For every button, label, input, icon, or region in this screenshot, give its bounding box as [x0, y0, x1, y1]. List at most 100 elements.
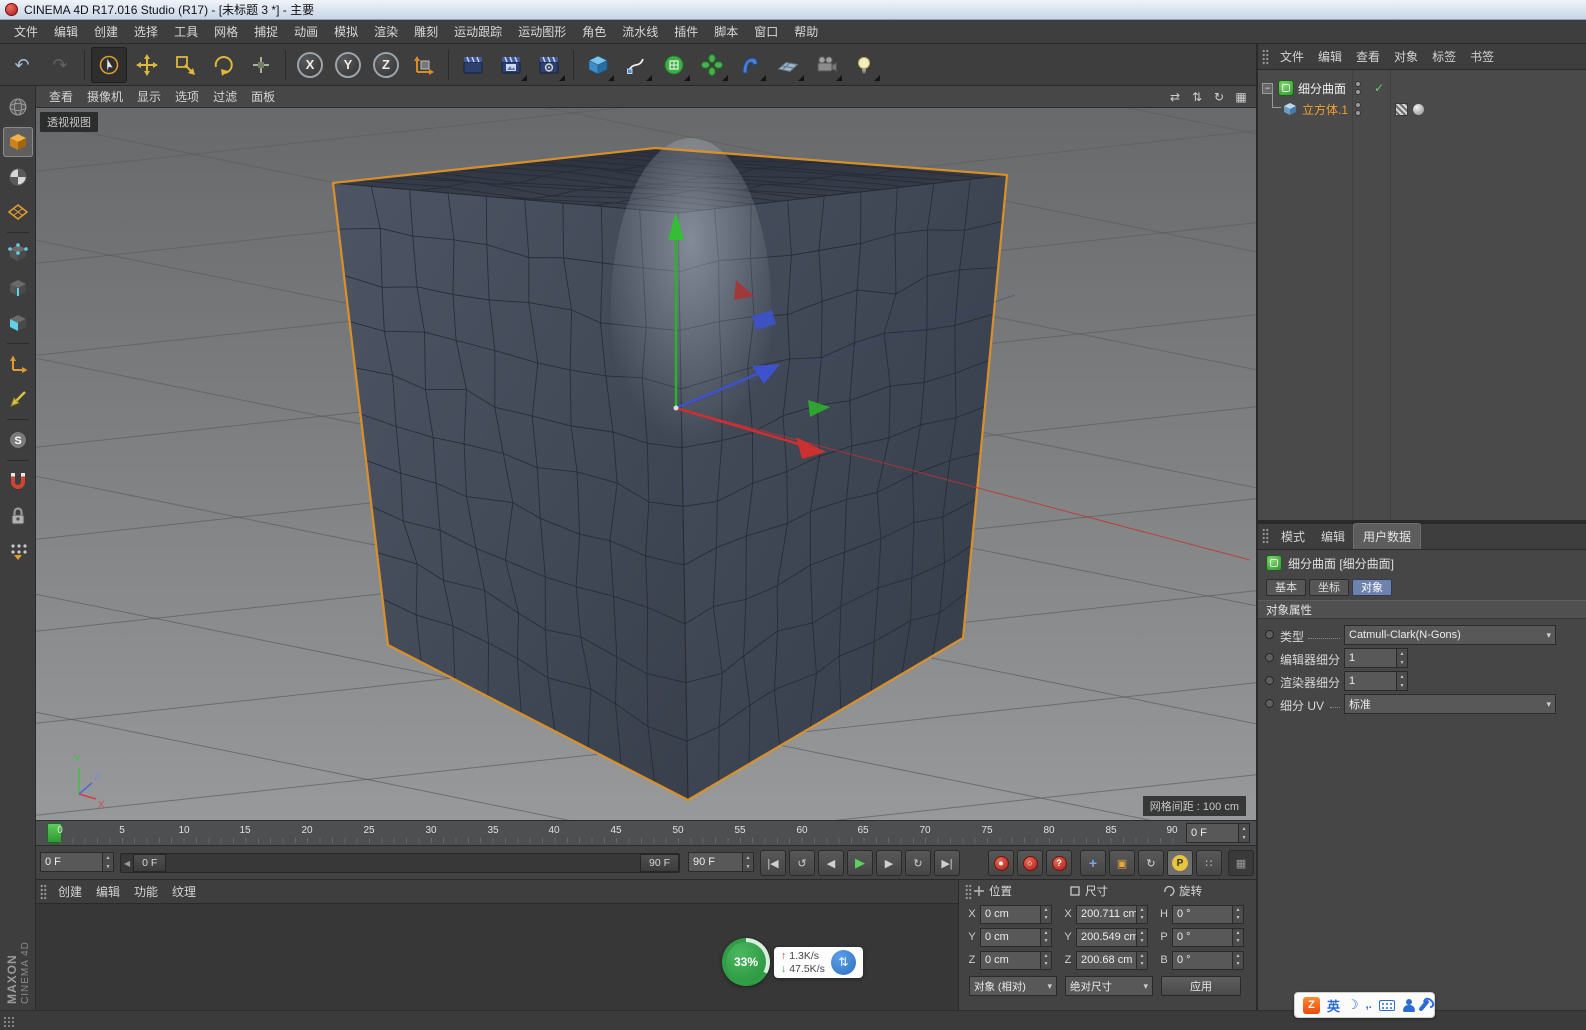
stepper[interactable]: ▲▼: [1232, 952, 1243, 969]
ime-keyboard-icon[interactable]: [1379, 1000, 1395, 1011]
keyframe-selection-button[interactable]: ?: [1046, 850, 1072, 876]
animation-dot[interactable]: [1265, 676, 1274, 685]
render-subdivision-field[interactable]: 1▲▼: [1344, 671, 1408, 691]
play-backward-button[interactable]: ↺: [789, 850, 815, 876]
panel-grip-icon[interactable]: [1262, 49, 1269, 65]
position-key-toggle[interactable]: +: [1080, 850, 1106, 876]
tab-coordinates[interactable]: 坐标: [1309, 579, 1349, 596]
progress-ring[interactable]: 33%: [722, 938, 770, 986]
edges-mode-button[interactable]: [3, 273, 33, 303]
make-editable-button[interactable]: [3, 92, 33, 122]
menu-script[interactable]: 脚本: [706, 19, 746, 44]
scale-key-toggle[interactable]: ▣: [1109, 850, 1135, 876]
subdivide-uv-dropdown[interactable]: 标准▾: [1344, 694, 1556, 714]
current-frame-field[interactable]: 0 F ▲▼: [40, 852, 114, 872]
axis-modify-button[interactable]: [3, 384, 33, 414]
mat-menu-texture[interactable]: 纹理: [165, 880, 203, 903]
play-forward-button[interactable]: ▶: [847, 850, 873, 876]
add-camera-button[interactable]: [808, 47, 844, 83]
vp-menu-view[interactable]: 查看: [42, 85, 80, 108]
object-name[interactable]: 立方体.1: [1302, 101, 1348, 118]
stepper[interactable]: ▲▼: [742, 853, 753, 871]
visibility-dots[interactable]: [1355, 102, 1361, 116]
am-menu-mode[interactable]: 模式: [1273, 524, 1313, 549]
points-mode-button[interactable]: [3, 238, 33, 268]
mat-menu-function[interactable]: 功能: [127, 880, 165, 903]
menu-animate[interactable]: 动画: [286, 19, 326, 44]
stepper[interactable]: ▲▼: [1396, 672, 1407, 690]
menu-create[interactable]: 创建: [86, 19, 126, 44]
vp-menu-options[interactable]: 选项: [168, 85, 206, 108]
parameter-key-toggle[interactable]: P: [1167, 850, 1193, 876]
size-z-field[interactable]: 200.68 cm▲▼: [1076, 951, 1148, 970]
stepper[interactable]: ▲▼: [1040, 906, 1051, 923]
vp-menu-display[interactable]: 显示: [130, 85, 168, 108]
ime-punctuation-icon[interactable]: ,.: [1366, 999, 1372, 1011]
timeline-ruler[interactable]: 0 5 10 15 20 25 30 35 40 45 50 55 60 65 …: [36, 820, 1256, 846]
stepper[interactable]: ▲▼: [1136, 929, 1147, 946]
menu-plugins[interactable]: 插件: [666, 19, 706, 44]
x-axis-lock-button[interactable]: X: [292, 47, 328, 83]
end-frame-field[interactable]: 90 F ▲▼: [688, 852, 754, 872]
dolly-view-icon[interactable]: ⇅: [1188, 89, 1206, 105]
menu-simulate[interactable]: 模拟: [326, 19, 366, 44]
object-manager-tree[interactable]: − 细分曲面 ✓ 立方体.1: [1258, 70, 1586, 520]
pla-key-toggle[interactable]: ∷: [1196, 850, 1222, 876]
previous-frame-button[interactable]: ◀: [818, 850, 844, 876]
menu-pipeline[interactable]: 流水线: [614, 19, 666, 44]
next-frame-button[interactable]: ▶: [876, 850, 902, 876]
vp-menu-cameras[interactable]: 摄像机: [80, 85, 130, 108]
range-left-arrow-icon[interactable]: ◀: [121, 859, 133, 868]
menu-sculpt[interactable]: 雕刻: [406, 19, 446, 44]
editor-subdivision-field[interactable]: 1▲▼: [1344, 648, 1408, 668]
animation-dot[interactable]: [1265, 699, 1274, 708]
om-menu-view[interactable]: 查看: [1349, 45, 1387, 68]
live-selection-button[interactable]: [91, 47, 127, 83]
position-z-field[interactable]: 0 cm▲▼: [980, 951, 1052, 970]
menu-select[interactable]: 选择: [126, 19, 166, 44]
model-mode-button[interactable]: [3, 127, 33, 157]
om-menu-bookmarks[interactable]: 书签: [1463, 45, 1501, 68]
add-environment-floor-button[interactable]: [770, 47, 806, 83]
stepper[interactable]: ▲▼: [1040, 952, 1051, 969]
goto-start-button[interactable]: |◀: [760, 850, 786, 876]
rotate-tool-button[interactable]: [205, 47, 241, 83]
record-keyframe-button[interactable]: ●: [988, 850, 1014, 876]
orbit-view-icon[interactable]: ↻: [1210, 89, 1228, 105]
perspective-viewport[interactable]: Y Z X 透视视图 网格间距 : 100 cm: [36, 108, 1256, 820]
menu-tools[interactable]: 工具: [166, 19, 206, 44]
snap-toggle-button[interactable]: [3, 466, 33, 496]
size-mode-dropdown[interactable]: 绝对尺寸▾: [1065, 976, 1153, 996]
viewport-solo-button[interactable]: S: [3, 425, 33, 455]
mat-menu-edit[interactable]: 编辑: [89, 880, 127, 903]
stepper[interactable]: ▲▼: [1136, 906, 1147, 923]
ime-moon-icon[interactable]: ☽: [1347, 997, 1359, 1013]
range-end-handle[interactable]: 90 F: [640, 854, 679, 872]
size-y-field[interactable]: 200.549 cm▲▼: [1076, 928, 1148, 947]
rotation-p-field[interactable]: 0 °▲▼: [1172, 928, 1244, 947]
add-light-button[interactable]: [846, 47, 882, 83]
y-axis-lock-button[interactable]: Y: [330, 47, 366, 83]
lock-workplane-button[interactable]: [3, 501, 33, 531]
apply-button[interactable]: 应用: [1161, 976, 1241, 996]
menu-edit[interactable]: 编辑: [46, 19, 86, 44]
visibility-dots[interactable]: [1355, 81, 1361, 95]
workplane-mode-button[interactable]: [3, 197, 33, 227]
om-menu-tags[interactable]: 标签: [1425, 45, 1463, 68]
goto-end-button[interactable]: ▶|: [934, 850, 960, 876]
add-deformer-button[interactable]: [732, 47, 768, 83]
window-grip-icon[interactable]: [3, 1016, 15, 1027]
menu-snap[interactable]: 捕捉: [246, 19, 286, 44]
enabled-check-icon[interactable]: ✓: [1374, 81, 1384, 95]
redo-button[interactable]: ↷: [42, 47, 78, 83]
tab-basic[interactable]: 基本: [1266, 579, 1306, 596]
view-label[interactable]: 透视视图: [40, 112, 98, 132]
menu-motion-tracker[interactable]: 运动跟踪: [446, 19, 510, 44]
autokey-button[interactable]: ○: [1017, 850, 1043, 876]
ime-user-icon[interactable]: [1402, 999, 1415, 1012]
stepper[interactable]: ▲▼: [1232, 906, 1243, 923]
object-row-subdivision-surface[interactable]: − 细分曲面 ✓: [1258, 78, 1586, 98]
mat-menu-create[interactable]: 创建: [51, 880, 89, 903]
loop-playback-button[interactable]: ↻: [905, 850, 931, 876]
stepper[interactable]: ▲▼: [1238, 824, 1249, 842]
